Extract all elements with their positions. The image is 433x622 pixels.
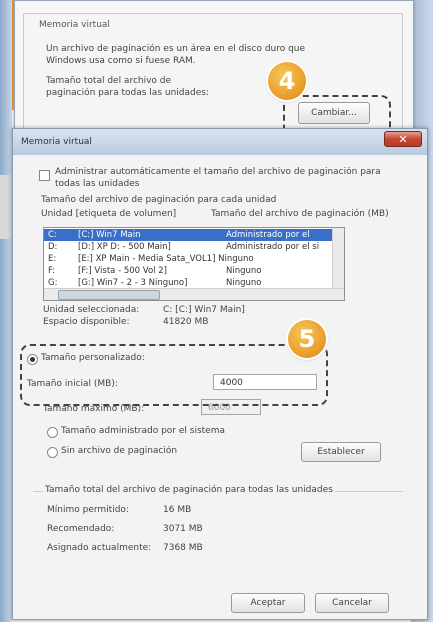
virtual-memory-description-2: Windows usa como si fuese RAM.: [46, 56, 196, 66]
list-item[interactable]: F: [F:] Vista - 500 Vol 2] Ninguno: [44, 265, 332, 277]
step-4-marker: 4: [268, 62, 306, 100]
column-drive-header: Unidad [etiqueta de volumen]: [41, 209, 177, 219]
system-managed-radio[interactable]: [47, 427, 58, 438]
list-caption: Tamaño del archivo de paginación para ca…: [41, 195, 277, 205]
drive-letter: E:: [48, 254, 57, 264]
min-allowed-label: Mínimo permitido:: [47, 505, 129, 515]
drive-letter: F:: [48, 266, 56, 276]
virtual-memory-description-1: Un archivo de paginación es un área en e…: [46, 44, 306, 54]
current-allocated-label: Asignado actualmente:: [47, 543, 152, 553]
drive-letter: C:: [48, 230, 57, 240]
min-allowed-value: 16 MB: [163, 505, 192, 515]
close-icon[interactable]: ✕: [384, 131, 422, 147]
auto-manage-label-2: todas las unidades: [55, 179, 140, 189]
space-available-value: 41820 MB: [163, 317, 209, 327]
drive-label: [D:] XP D: - 500 Main]: [78, 242, 171, 252]
horizontal-scrollbar[interactable]: [44, 288, 344, 300]
no-paging-radio[interactable]: [47, 447, 58, 458]
drive-letter: G:: [48, 278, 58, 288]
drive-size: Administrado por el: [226, 230, 310, 240]
cancel-button[interactable]: Cancelar: [315, 593, 389, 613]
no-paging-label: Sin archivo de paginación: [61, 446, 178, 456]
accept-button[interactable]: Aceptar: [231, 593, 305, 613]
drive-label: [G:] Win7 - 2 - 3 Ninguno]: [78, 278, 188, 288]
auto-manage-checkbox[interactable]: [39, 170, 50, 181]
recommended-label: Recomendado:: [47, 524, 115, 534]
selected-drive-label: Unidad seleccionada:: [43, 305, 140, 315]
total-size-label-1: Tamaño total del archivo de: [46, 76, 172, 86]
virtual-memory-group-title: Memoria virtual: [36, 20, 113, 30]
drive-letter: D:: [48, 242, 58, 252]
list-item[interactable]: C: [C:] Win7 Main Administrado por el: [44, 229, 332, 241]
recommended-value: 3071 MB: [163, 524, 203, 534]
auto-manage-label-1: Administrar automáticamente el tamaño de…: [55, 167, 381, 177]
drive-label: [F:] Vista - 500 Vol 2]: [78, 266, 167, 276]
drive-size: Ninguno: [226, 278, 262, 288]
column-size-header: Tamaño del archivo de paginación (MB): [211, 209, 389, 219]
selected-drive-value: C: [C:] Win7 Main]: [163, 305, 245, 315]
highlight-custom-size: [20, 344, 328, 406]
drive-size: Administrado por el si: [226, 242, 320, 252]
drive-size: Ninguno: [226, 266, 262, 276]
space-available-label: Espacio disponible:: [43, 317, 130, 327]
drive-label: [C:] Win7 Main: [78, 230, 141, 240]
list-item[interactable]: E: [E:] XP Main - Media Sata_VOL1] Ningu…: [44, 253, 332, 265]
dialog-title: Memoria virtual: [21, 137, 92, 147]
dialog-titlebar: Memoria virtual ✕: [13, 129, 427, 155]
list-item[interactable]: D: [D:] XP D: - 500 Main] Administrado p…: [44, 241, 332, 253]
drive-label: [E:] XP Main - Media Sata_VOL1] Ninguno: [78, 254, 254, 264]
totals-caption: Tamaño total del archivo de paginación p…: [43, 485, 335, 495]
scrollbar-thumb[interactable]: [58, 290, 160, 300]
drive-list[interactable]: C: [C:] Win7 Main Administrado por el D:…: [43, 227, 345, 301]
vertical-scrollbar[interactable]: [332, 228, 344, 288]
set-button[interactable]: Establecer: [301, 442, 381, 462]
system-managed-label: Tamaño administrado por el sistema: [61, 426, 225, 436]
current-allocated-value: 7368 MB: [163, 543, 203, 553]
background-left-edge: [0, 0, 12, 622]
step-5-marker: 5: [288, 320, 326, 358]
